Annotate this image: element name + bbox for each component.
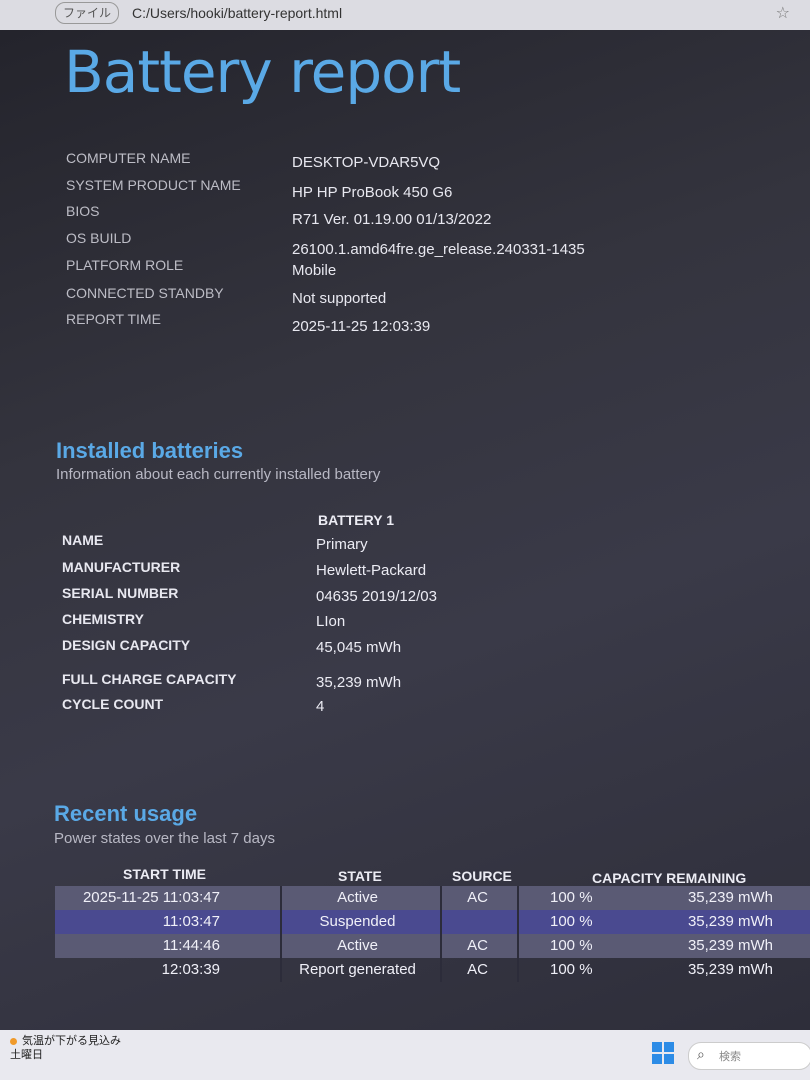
weather-widget[interactable]: 気温が下がる見込み 土曜日 bbox=[10, 1034, 121, 1062]
col-header-state: STATE bbox=[338, 868, 382, 884]
recent-usage-subheading: Power states over the last 7 days bbox=[54, 830, 275, 847]
installed-batteries-heading: Installed batteries bbox=[56, 438, 244, 463]
taskbar-search-box[interactable]: ⌕ 検索 bbox=[688, 1042, 810, 1070]
installed-batteries-subheading: Information about each currently install… bbox=[56, 466, 381, 483]
taskbar: 気温が下がる見込み 土曜日 ⌕ 検索 bbox=[0, 1030, 810, 1080]
column-divider bbox=[440, 934, 442, 958]
info-value-product-name: HP HP ProBook 450 G6 bbox=[292, 184, 453, 201]
battery-value-name: Primary bbox=[316, 536, 368, 553]
cell-percent: 100 % bbox=[550, 889, 593, 906]
battery-value-cycle-count: 4 bbox=[316, 698, 325, 715]
info-label-product-name: SYSTEM PRODUCT NAME bbox=[66, 177, 241, 193]
column-divider bbox=[517, 886, 519, 910]
url-field[interactable]: C:/Users/hooki/battery-report.html bbox=[132, 5, 342, 21]
col-header-capacity: CAPACITY REMAINING bbox=[592, 870, 747, 886]
col-header-start-time: START TIME bbox=[123, 866, 206, 882]
battery-label-name: NAME bbox=[62, 532, 104, 548]
info-label-platform-role: PLATFORM ROLE bbox=[66, 257, 184, 273]
battery-label-design-capacity: DESIGN CAPACITY bbox=[62, 637, 191, 653]
col-header-source: SOURCE bbox=[452, 868, 512, 884]
weather-text: 気温が下がる見込み bbox=[22, 1035, 121, 1047]
column-divider bbox=[280, 934, 282, 958]
cell-start-time: 12:03:39 bbox=[161, 961, 220, 978]
site-info-chip[interactable]: ファイル bbox=[55, 2, 119, 24]
info-label-connected-standby: CONNECTED STANDBY bbox=[66, 285, 224, 301]
battery-label-serial: SERIAL NUMBER bbox=[62, 585, 179, 601]
cell-capacity: 35,239 mWh bbox=[687, 937, 773, 954]
info-value-platform-role: Mobile bbox=[292, 262, 337, 279]
info-value-report-time: 2025-11-25 12:03:39 bbox=[292, 318, 431, 335]
battery-value-design-capacity: 45,045 mWh bbox=[316, 639, 402, 656]
battery-column-header: BATTERY 1 bbox=[318, 512, 394, 528]
cell-state: Suspended bbox=[319, 913, 396, 930]
search-icon: ⌕ bbox=[697, 1046, 705, 1062]
cell-percent: 100 % bbox=[550, 961, 593, 978]
page-title: Battery report bbox=[64, 38, 461, 106]
column-divider bbox=[280, 886, 282, 910]
cell-capacity: 35,239 mWh bbox=[687, 913, 773, 930]
battery-value-chemistry: LIon bbox=[316, 613, 346, 630]
column-divider bbox=[440, 910, 442, 934]
column-divider bbox=[517, 910, 519, 934]
info-value-connected-standby: Not supported bbox=[292, 290, 387, 307]
report-page: Battery report COMPUTER NAME DESKTOP-VDA… bbox=[0, 30, 810, 1030]
cell-source: AC bbox=[467, 961, 488, 978]
cell-start-time: 2025-11-25 11:03:47 bbox=[82, 889, 220, 906]
battery-value-serial: 04635 2019/12/03 bbox=[316, 588, 437, 605]
column-divider bbox=[517, 958, 519, 982]
column-divider bbox=[440, 886, 442, 910]
info-value-bios: R71 Ver. 01.19.00 01/13/2022 bbox=[292, 211, 492, 228]
cell-state: Report generated bbox=[299, 961, 416, 978]
info-label-os-build: OS BUILD bbox=[66, 230, 132, 246]
cell-source: AC bbox=[467, 937, 488, 954]
info-label-bios: BIOS bbox=[66, 203, 100, 219]
cell-state: Active bbox=[337, 937, 378, 954]
column-divider bbox=[280, 958, 282, 982]
table-row: 12:03:39 Report generated AC 100 % 35,23… bbox=[55, 958, 810, 982]
column-divider bbox=[440, 958, 442, 982]
info-label-computer-name: COMPUTER NAME bbox=[66, 150, 191, 166]
table-row: 2025-11-25 11:03:47 Active AC 100 % 35,2… bbox=[55, 886, 810, 910]
info-value-computer-name: DESKTOP-VDAR5VQ bbox=[292, 154, 441, 171]
weather-icon bbox=[10, 1038, 17, 1045]
battery-label-manufacturer: MANUFACTURER bbox=[62, 559, 181, 575]
info-value-os-build: 26100.1.amd64fre.ge_release.240331-1435 bbox=[292, 241, 585, 258]
battery-label-chemistry: CHEMISTRY bbox=[62, 611, 144, 627]
table-row: 11:44:46 Active AC 100 % 35,239 mWh bbox=[55, 934, 810, 958]
weather-day: 土曜日 bbox=[10, 1049, 43, 1061]
cell-capacity: 35,239 mWh bbox=[687, 961, 773, 978]
column-divider bbox=[517, 934, 519, 958]
search-placeholder: 検索 bbox=[719, 1051, 741, 1063]
cell-state: Active bbox=[337, 889, 378, 906]
address-bar: ファイル C:/Users/hooki/battery-report.html … bbox=[0, 0, 810, 30]
cell-start-time: 11:44:46 bbox=[162, 937, 220, 954]
table-row: 11:03:47 Suspended 100 % 35,239 mWh bbox=[55, 910, 810, 934]
favorite-star-icon[interactable]: ☆ bbox=[776, 3, 790, 23]
info-label-report-time: REPORT TIME bbox=[66, 311, 161, 327]
battery-label-cycle-count: CYCLE COUNT bbox=[62, 696, 164, 712]
windows-start-icon[interactable] bbox=[652, 1042, 674, 1064]
cell-percent: 100 % bbox=[550, 937, 593, 954]
battery-label-full-charge: FULL CHARGE CAPACITY bbox=[62, 671, 237, 687]
cell-percent: 100 % bbox=[550, 913, 593, 930]
cell-capacity: 35,239 mWh bbox=[687, 889, 773, 906]
battery-value-full-charge: 35,239 mWh bbox=[316, 674, 402, 691]
column-divider bbox=[280, 910, 282, 934]
battery-value-manufacturer: Hewlett-Packard bbox=[316, 562, 427, 579]
cell-start-time: 11:03:47 bbox=[162, 913, 220, 930]
recent-usage-heading: Recent usage bbox=[54, 801, 198, 826]
cell-source: AC bbox=[467, 889, 488, 906]
